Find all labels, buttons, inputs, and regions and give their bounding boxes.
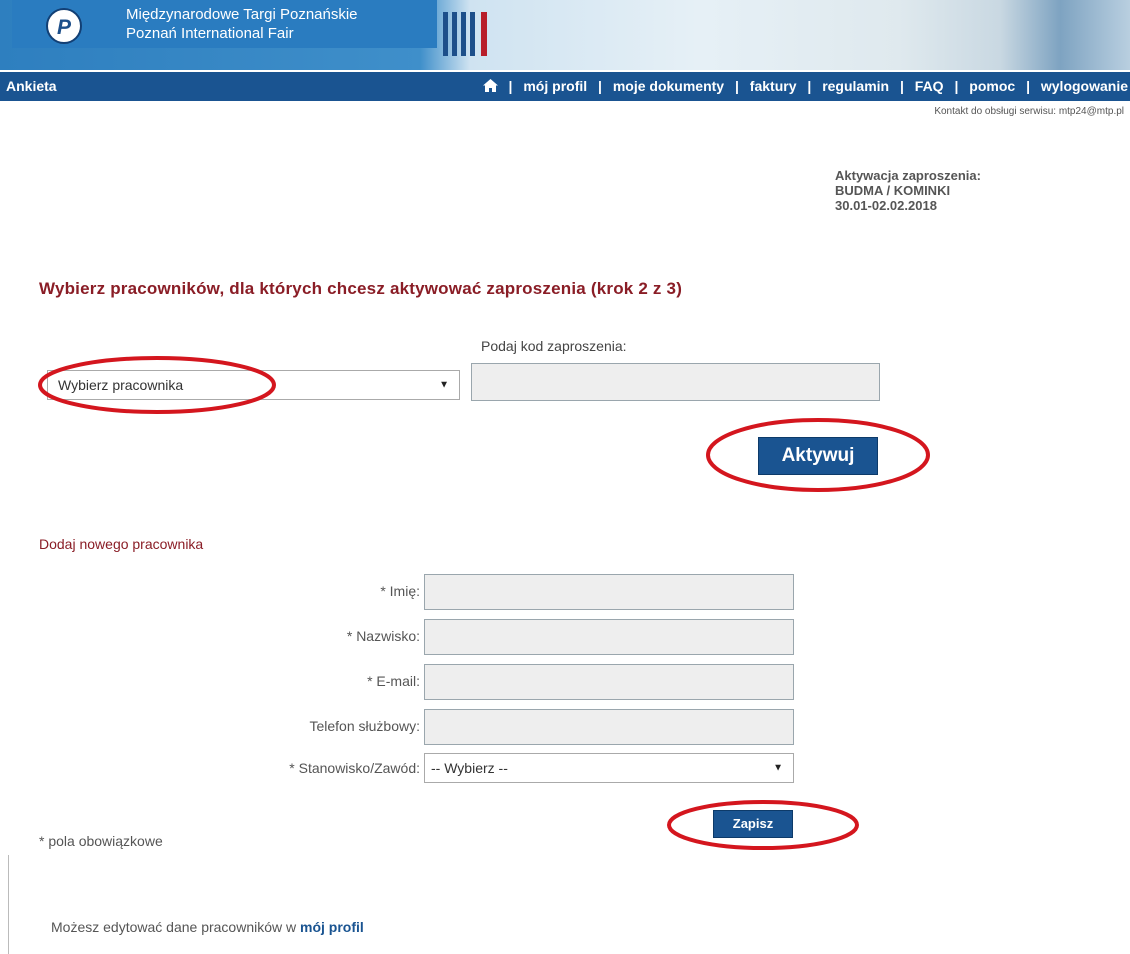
page-title: Wybierz pracowników, dla których chcesz … [39,279,683,298]
nav-link-logout[interactable]: wylogowanie [1041,78,1128,94]
mtp-logo[interactable]: P [46,8,82,44]
my-profile-link[interactable]: mój profil [300,919,364,935]
employee-select[interactable]: Wybierz pracownika ▼ [47,370,460,400]
invite-code-label: Podaj kod zaproszenia: [481,338,627,354]
nav-link-help[interactable]: pomoc [969,78,1015,94]
edit-employees-text: Możesz edytować dane pracowników w [51,919,297,935]
position-select[interactable]: -- Wybierz -- ▼ [424,753,794,783]
content-border [8,855,9,954]
activation-info: Aktywacja zaproszenia: BUDMA / KOMINKI 3… [835,168,981,213]
nav-separator: | [508,78,513,94]
section-title: Ankieta [6,78,57,94]
phone-label: Telefon służbowy: [309,718,420,734]
first-name-input[interactable] [424,574,794,610]
last-name-input[interactable] [424,619,794,655]
nav-link-faq[interactable]: FAQ [915,78,944,94]
org-name-en: Poznań International Fair [126,25,294,42]
nav-separator: | [1026,78,1030,94]
activate-button[interactable]: Aktywuj [758,437,878,475]
email-input[interactable] [424,664,794,700]
invite-code-input[interactable] [471,363,880,401]
event-name: BUDMA / KOMINKI [835,183,951,198]
nav-links: | mój profil | moje dokumenty | faktury … [482,78,1128,94]
dropdown-arrow-icon: ▼ [439,379,449,391]
save-button[interactable]: Zapisz [713,810,793,838]
nav-link-terms[interactable]: regulamin [822,78,889,94]
annotation-overlay [38,356,930,850]
nav-link-my-profile[interactable]: mój profil [523,78,587,94]
home-icon[interactable] [482,78,498,94]
nav-separator: | [807,78,812,94]
position-select-value: -- Wybierz -- [431,760,508,776]
first-name-label: * Imię: [380,583,420,599]
edit-employees-note: Możesz edytować dane pracowników w mój p… [51,919,364,935]
header-banner: P Międzynarodowe Targi Poznańskie Poznań… [0,0,1130,70]
add-employee-title: Dodaj nowego pracownika [39,536,204,552]
nav-separator: | [954,78,959,94]
nav-separator: | [734,78,739,94]
activation-label: Aktywacja zaproszenia: [835,168,981,183]
position-label: * Stanowisko/Zawód: [289,760,420,776]
nav-separator: | [899,78,904,94]
employee-select-value: Wybierz pracownika [58,377,184,393]
brand-stripes [443,12,499,56]
dropdown-arrow-icon: ▼ [773,762,783,774]
event-dates: 30.01-02.02.2018 [835,198,937,213]
org-name-pl: Międzynarodowe Targi Poznańskie [126,6,358,23]
nav-link-my-documents[interactable]: moje dokumenty [613,78,724,94]
nav-bar: Ankieta | mój profil | moje dokumenty | … [0,72,1130,101]
contact-info: Kontakt do obsługi serwisu: mtp24@mtp.pl [934,106,1124,117]
nav-separator: | [598,78,602,94]
email-label: * E-mail: [367,673,420,689]
last-name-label: * Nazwisko: [346,628,420,644]
phone-input[interactable] [424,709,794,745]
required-fields-note: * pola obowiązkowe [39,833,163,849]
nav-link-invoices[interactable]: faktury [750,78,797,94]
